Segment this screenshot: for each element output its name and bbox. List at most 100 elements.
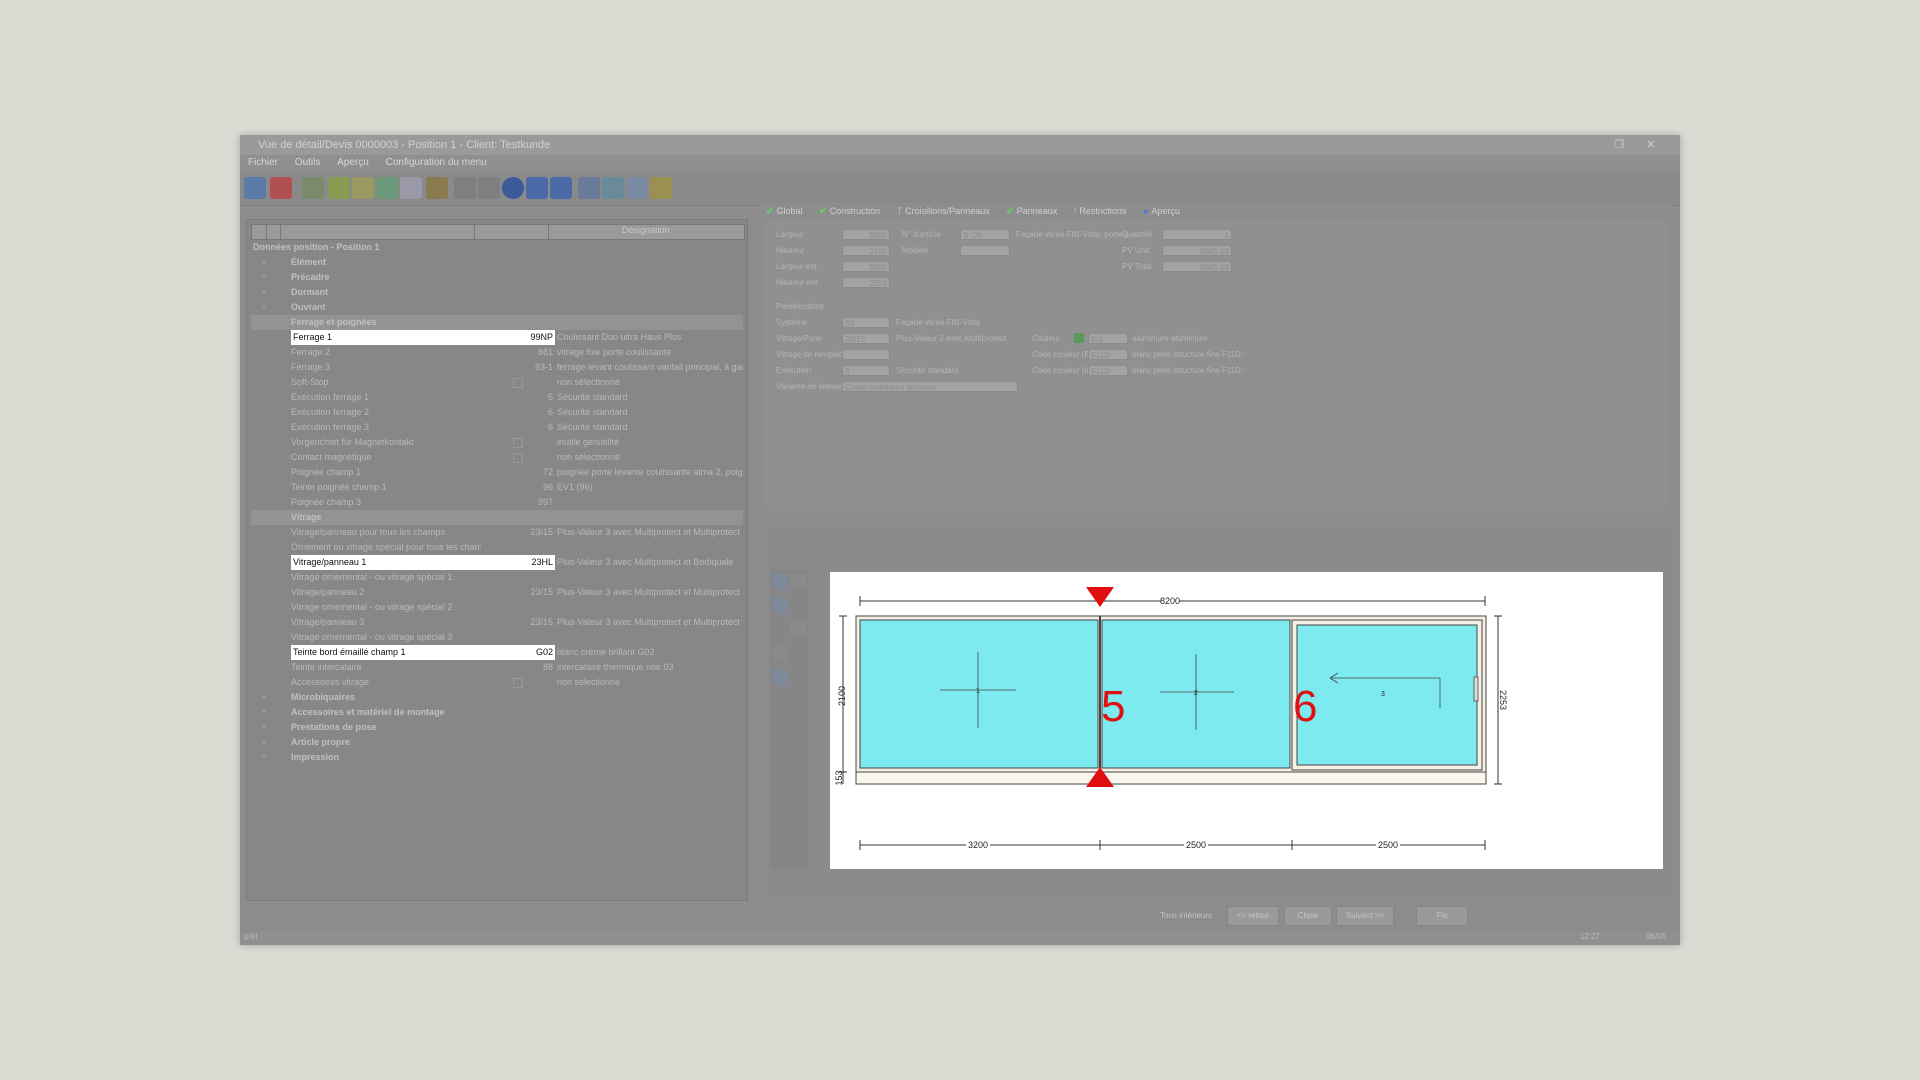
tree-row-value[interactable]: 88 xyxy=(483,660,553,675)
vitrage-field[interactable]: 23/15 xyxy=(842,333,890,344)
tree-row[interactable]: Vitrage/panneau 3 23/15 Plus-Valeur 3 avec… xyxy=(251,615,743,630)
zoom-tool-icon[interactable] xyxy=(772,645,788,661)
next-button[interactable]: Suivant >> xyxy=(1336,906,1394,926)
tree-row-value[interactable]: 99NP xyxy=(483,330,555,345)
expand-icon[interactable]: + xyxy=(253,285,275,300)
expand-icon[interactable]: + xyxy=(253,720,275,735)
modele-field[interactable] xyxy=(960,245,1010,256)
tree-row[interactable]: + Ouvrant xyxy=(251,300,743,315)
tree-row[interactable]: Teinte bord émaillé champ 1 G02 blanc crèm… xyxy=(251,645,743,660)
tree-row-value[interactable]: 93-1 xyxy=(483,360,553,375)
article-field[interactable]: S_09 xyxy=(960,229,1010,240)
document-icon[interactable] xyxy=(400,177,422,199)
tree-row[interactable]: + Prestations de pose xyxy=(251,720,743,735)
tree-row-value[interactable]: 72 xyxy=(483,465,553,480)
tree-row[interactable]: Exécution ferrage 1 6 Sécurité standard xyxy=(251,390,743,405)
tree-row[interactable]: Teinte intercalaire 88 intercalaire thermi… xyxy=(251,660,743,675)
window-drawing[interactable]: 8200 2100 153 2253 3200 2500 2500 1 2 3 … xyxy=(830,572,1663,869)
expand-icon[interactable]: + xyxy=(253,690,275,705)
stop-icon[interactable] xyxy=(270,177,292,199)
edit-icon[interactable] xyxy=(328,177,350,199)
print-tool-icon[interactable] xyxy=(772,669,788,685)
gem-icon[interactable] xyxy=(376,177,398,199)
tree-row-value[interactable]: 23HL xyxy=(483,555,555,570)
menu-apercu[interactable]: Aperçu xyxy=(337,157,369,168)
tree-row[interactable]: Vorgerichtet für Magnetkontakt inutile ge… xyxy=(251,435,743,450)
tree-row[interactable]: Exécution ferrage 3 6 Sécurité standard xyxy=(251,420,743,435)
hauteur-field[interactable]: 2100 xyxy=(842,245,890,256)
tab-construction[interactable]: ✔ Construction xyxy=(819,203,880,219)
pan-tool-icon[interactable] xyxy=(772,597,788,613)
pencil-icon[interactable] xyxy=(352,177,374,199)
tree-row[interactable]: + Accessoires et matériel de montage xyxy=(251,705,743,720)
measure-tool-icon[interactable] xyxy=(790,573,806,589)
code-couleur-ext-field[interactable]: F11D xyxy=(1088,349,1128,360)
next-record-icon[interactable] xyxy=(526,177,548,199)
tree-row-value[interactable]: 23/15 xyxy=(483,525,553,540)
close-button[interactable]: Close xyxy=(1284,906,1332,926)
tree-row[interactable]: Ferrage 3 93-1 ferrage levant coulissant v… xyxy=(251,360,743,375)
key-icon[interactable] xyxy=(650,177,672,199)
tree-row-value[interactable]: 861 xyxy=(483,345,553,360)
tree-row[interactable]: Vitrage/panneau pour tous les champs 23/1… xyxy=(251,525,743,540)
globe-icon[interactable] xyxy=(244,177,266,199)
tree-row[interactable]: Teinte poignée champ 1 96 EV1 (96) xyxy=(251,480,743,495)
cut-tool-icon[interactable] xyxy=(790,621,806,637)
couleur-field[interactable]: 2-3 xyxy=(1088,333,1128,344)
expand-icon[interactable]: + xyxy=(253,705,275,720)
tree-row[interactable]: + Élément xyxy=(251,255,743,270)
tree-row[interactable]: Vitrage ornemental - ou vitrage spécial … xyxy=(251,630,743,645)
tree-row[interactable]: - Vitrage xyxy=(251,510,743,525)
grid-icon[interactable] xyxy=(578,177,600,199)
expand-icon[interactable]: + xyxy=(253,255,275,270)
tree-row[interactable]: Contact magnétique non sélectionné xyxy=(251,450,743,465)
tree-row-value[interactable]: 23/15 xyxy=(483,615,553,630)
expand-icon[interactable]: + xyxy=(253,735,275,750)
tree-row[interactable]: Vitrage/panneau 1 23HL Plus-Valeur 3 avec … xyxy=(251,555,743,570)
tree-row-value[interactable]: 997 xyxy=(483,495,553,510)
end-button[interactable]: Fin xyxy=(1416,906,1468,926)
tree-row-value[interactable]: 96 xyxy=(483,480,553,495)
tree-row[interactable]: Ferrage 2 861 vitrage fixe porte coulissan… xyxy=(251,345,743,360)
tree-row-value[interactable]: G02 xyxy=(483,645,555,660)
tree-row[interactable]: Soft-Stop non sélectionné xyxy=(251,375,743,390)
back-button[interactable]: << retour xyxy=(1227,906,1279,926)
last-record-icon[interactable] xyxy=(550,177,572,199)
checkbox[interactable] xyxy=(513,437,523,448)
previous-record-icon[interactable] xyxy=(478,177,500,199)
tree-row-value[interactable]: 6 xyxy=(483,405,553,420)
first-record-icon[interactable] xyxy=(454,177,476,199)
tree-row[interactable]: + Impression xyxy=(251,750,743,765)
code-couleur-int-field[interactable]: F11D xyxy=(1088,365,1128,376)
tree-row[interactable]: Poignée champ 1 72 poignée porte levante c… xyxy=(251,465,743,480)
menu-configuration[interactable]: Configuration du menu xyxy=(386,157,487,168)
tree-row[interactable]: Poignée champ 3 997 xyxy=(251,495,743,510)
tree-row-value[interactable]: 23/15 xyxy=(483,585,553,600)
menu-outils[interactable]: Outils xyxy=(295,157,321,168)
collapse-icon[interactable]: - xyxy=(253,510,275,525)
tree-row[interactable]: Vitrage/panneau 2 23/15 Plus-Valeur 3 avec… xyxy=(251,585,743,600)
variante-select[interactable]: Cadre extérieurs dormant xyxy=(842,381,1018,392)
tab-global[interactable]: ✔ Global xyxy=(766,203,803,219)
expand-icon[interactable]: + xyxy=(253,750,275,765)
tree-row[interactable]: + Dormant xyxy=(251,285,743,300)
checkbox[interactable] xyxy=(513,677,523,688)
select-tool-icon[interactable] xyxy=(772,573,788,589)
largeur-field[interactable]: 8200 xyxy=(842,229,890,240)
tree-row[interactable]: + Microbiquaires xyxy=(251,690,743,705)
tree-row[interactable]: Accessoires vitrage non sélectionné xyxy=(251,675,743,690)
tree-row[interactable]: + Article propre xyxy=(251,735,743,750)
tab-restrictions[interactable]: ! Restrictions xyxy=(1074,203,1127,219)
tree-row-value[interactable]: 6 xyxy=(483,390,553,405)
vitrage-remplacement-field[interactable] xyxy=(842,349,890,360)
tab-panneaux[interactable]: ✔ Panneaux xyxy=(1006,203,1057,219)
hauteur-ext-field[interactable]: 2253 xyxy=(842,277,890,288)
tree-row[interactable]: Vitrage ornemental - ou vitrage spécial … xyxy=(251,570,743,585)
tree-row[interactable]: - Ferrage et poignées xyxy=(251,315,743,330)
execution-field[interactable]: 6 xyxy=(842,365,890,376)
expand-icon[interactable]: + xyxy=(253,270,275,285)
tree-row[interactable]: Vitrage ornemental - ou vitrage spécial … xyxy=(251,600,743,615)
layout-icon[interactable] xyxy=(602,177,624,199)
quantite-field[interactable]: 1 xyxy=(1162,229,1232,240)
largeur-ext-field[interactable]: 8200 xyxy=(842,261,890,272)
